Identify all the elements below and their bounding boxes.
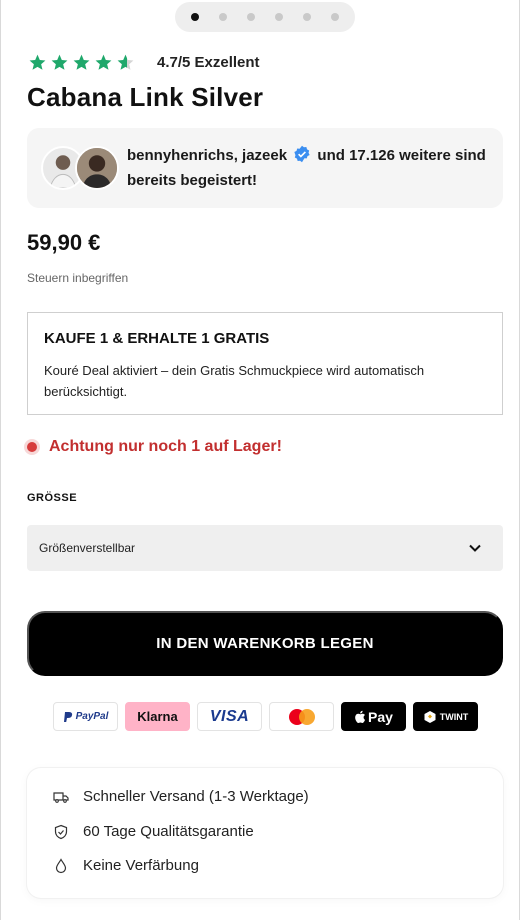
benefit-text: Schneller Versand (1-3 Werktage) — [83, 788, 309, 805]
klarna-logo: Klarna — [125, 702, 190, 731]
star-icon — [95, 54, 112, 70]
star-icon — [51, 54, 68, 70]
carousel-pagination — [175, 2, 355, 32]
star-icon — [73, 54, 90, 70]
benefit-text: 60 Tage Qualitätsgarantie — [83, 823, 254, 840]
carousel-dot-2[interactable] — [219, 13, 227, 21]
paypal-icon — [63, 711, 72, 722]
twint-logo: TWINT — [413, 702, 478, 731]
applepay-label: Pay — [368, 708, 393, 725]
product-panel: 4.7/5 Exzellent Cabana Link Silver benny… — [0, 0, 520, 920]
size-select[interactable]: Größenverstellbar — [27, 525, 503, 571]
add-to-cart-button[interactable]: IN DEN WARENKORB LEGEN — [27, 611, 503, 676]
benefit-text: Keine Verfärbung — [83, 857, 199, 874]
deal-box: KAUFE 1 & ERHALTE 1 GRATIS Kouré Deal ak… — [27, 312, 503, 415]
carousel-dot-3[interactable] — [247, 13, 255, 21]
avatar-group — [41, 146, 121, 190]
carousel-dot-6[interactable] — [331, 13, 339, 21]
size-select-value: Größenverstellbar — [39, 541, 136, 555]
product-title: Cabana Link Silver — [27, 82, 264, 112]
apple-icon — [355, 710, 366, 723]
shield-check-icon — [54, 824, 68, 839]
deal-description: Kouré Deal aktiviert – dein Gratis Schmu… — [44, 363, 425, 399]
visa-logo: VISA — [197, 702, 262, 731]
verified-badge-icon — [294, 145, 310, 163]
social-proof-text: bennyhenrichs, jazeek und 17.126 weitere… — [127, 143, 487, 193]
carousel-dot-4[interactable] — [275, 13, 283, 21]
rating[interactable]: 4.7/5 Exzellent — [28, 53, 260, 72]
stock-warning: Achtung nur noch 1 auf Lager! — [27, 438, 282, 456]
klarna-label: Klarna — [137, 709, 178, 724]
chevron-down-icon — [469, 544, 481, 552]
size-label: GRÖSSE — [27, 492, 78, 504]
twint-icon — [424, 710, 436, 723]
benefits-box: Schneller Versand (1-3 Werktage) 60 Tage… — [27, 768, 503, 898]
avatar — [75, 146, 119, 190]
star-half-icon — [117, 54, 134, 70]
star-icon — [29, 54, 46, 70]
stock-text: Achtung nur noch 1 auf Lager! — [49, 438, 282, 455]
payment-methods: PayPal Klarna VISA Pay TWINT — [53, 702, 478, 731]
product-price: 59,90 € — [27, 230, 101, 255]
truck-icon — [53, 791, 69, 803]
mastercard-logo — [269, 702, 334, 731]
twint-label: TWINT — [439, 711, 469, 722]
visa-label: VISA — [209, 707, 250, 725]
carousel-dot-1[interactable] — [191, 13, 199, 21]
benefit-guarantee: 60 Tage Qualitätsgarantie — [53, 823, 254, 840]
stock-indicator-icon — [27, 442, 37, 452]
benefit-shipping: Schneller Versand (1-3 Werktage) — [53, 788, 309, 805]
social-proof: bennyhenrichs, jazeek und 17.126 weitere… — [27, 128, 503, 208]
drop-icon — [55, 857, 67, 873]
carousel-dot-5[interactable] — [303, 13, 311, 21]
deal-title: KAUFE 1 & ERHALTE 1 GRATIS — [44, 330, 270, 347]
rating-stars — [28, 53, 135, 72]
applepay-logo: Pay — [341, 702, 406, 731]
paypal-label: PayPal — [75, 711, 109, 722]
mastercard-icon — [288, 708, 315, 725]
paypal-logo: PayPal — [53, 702, 118, 731]
social-proof-names: bennyhenrichs, jazeek — [127, 147, 288, 164]
rating-text: 4.7/5 Exzellent — [157, 54, 260, 71]
tax-note: Steuern inbegriffen — [27, 271, 129, 285]
benefit-no-tarnish: Keine Verfärbung — [53, 857, 199, 874]
